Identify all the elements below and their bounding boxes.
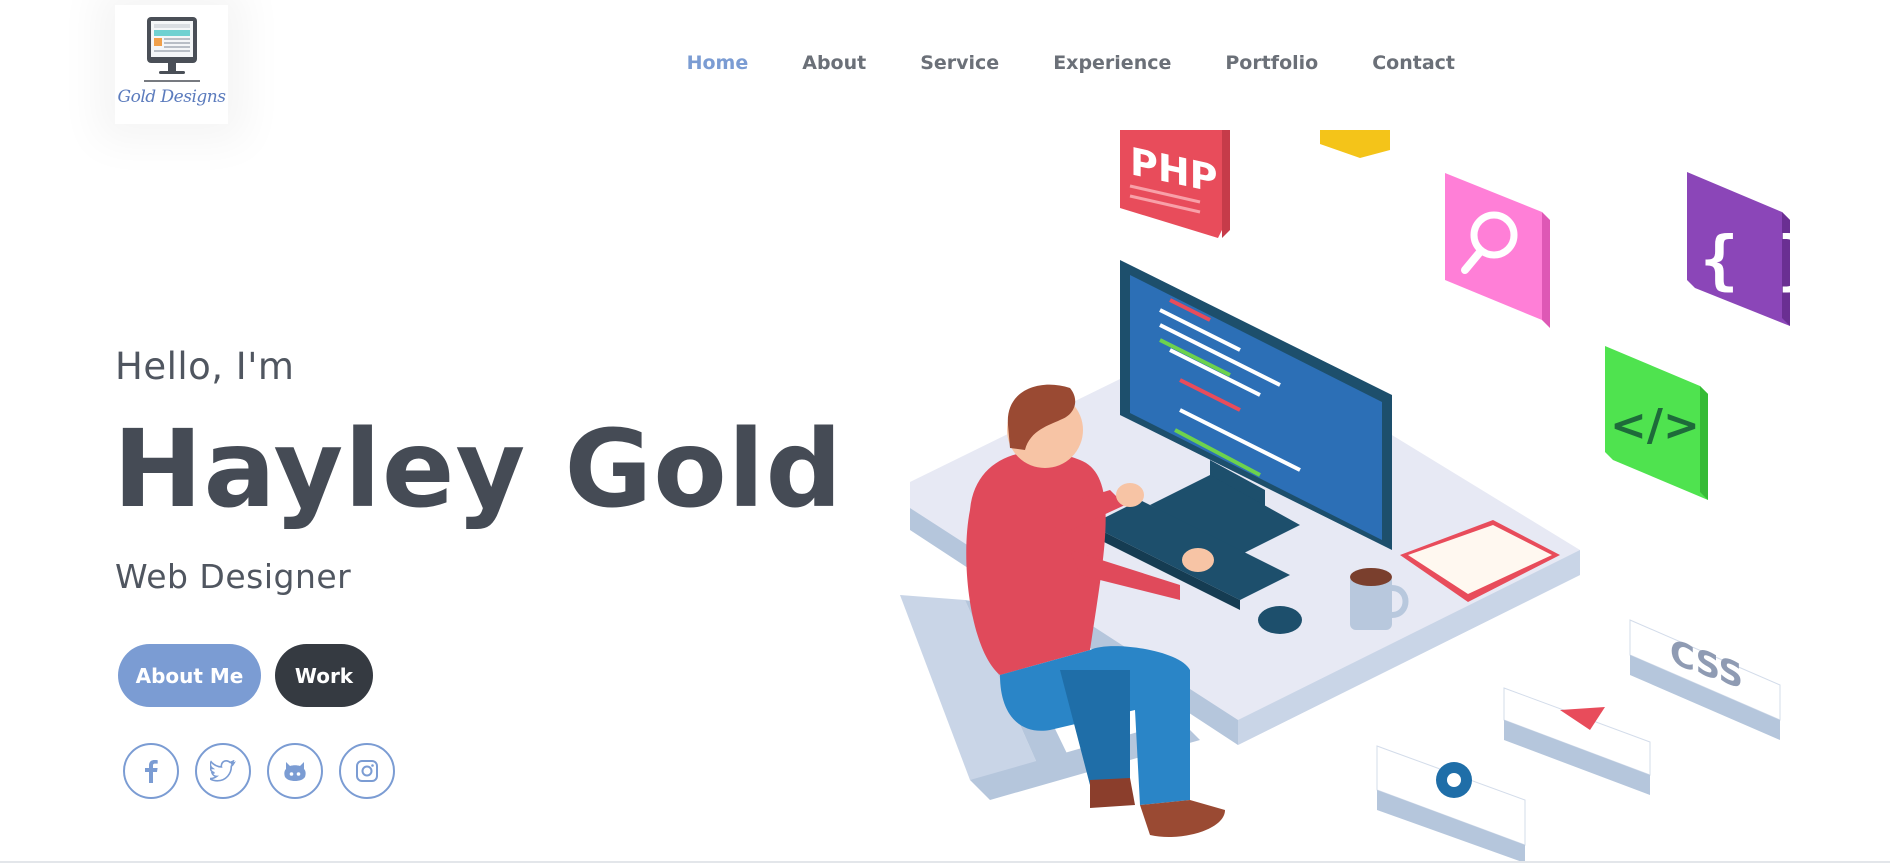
work-button[interactable]: Work [275, 644, 373, 707]
yellow-tile [1320, 130, 1390, 158]
braces-tile: { } [1687, 172, 1816, 326]
twitter-link[interactable] [195, 743, 251, 799]
main-nav: Home About Service Experience Portfolio … [687, 52, 1455, 74]
code-tile: </> [1605, 346, 1708, 500]
php-tile: PHP [1120, 130, 1230, 238]
gear-block [1376, 745, 1526, 863]
css-block: CSS [1629, 619, 1781, 740]
nav-contact[interactable]: Contact [1372, 52, 1455, 74]
svg-text:</>: </> [1610, 400, 1700, 451]
monitor-logo-icon [143, 17, 200, 82]
hero-role: Web Designer [115, 557, 352, 596]
nav-home[interactable]: Home [687, 52, 749, 74]
social-links [123, 743, 395, 799]
developer-illustration: PHP { } </> CSS [900, 130, 1816, 863]
facebook-link[interactable] [123, 743, 179, 799]
logo-text: Gold Designs [117, 87, 226, 107]
facebook-icon [145, 760, 158, 783]
nav-portfolio[interactable]: Portfolio [1225, 52, 1318, 74]
hero-greeting: Hello, I'm [115, 345, 295, 388]
hero-name: Hayley Gold [113, 408, 844, 532]
nav-service[interactable]: Service [920, 52, 999, 74]
instagram-link[interactable] [339, 743, 395, 799]
twitter-icon [210, 760, 236, 782]
instagram-icon [356, 760, 378, 782]
search-tile [1445, 173, 1550, 328]
nav-experience[interactable]: Experience [1053, 52, 1171, 74]
about-me-button[interactable]: About Me [118, 644, 261, 707]
logo[interactable]: Gold Designs [115, 5, 228, 124]
svg-text:{ }: { } [1700, 224, 1816, 298]
github-link[interactable] [267, 743, 323, 799]
github-icon [284, 762, 306, 781]
nav-about[interactable]: About [802, 52, 866, 74]
play-block [1503, 687, 1651, 795]
